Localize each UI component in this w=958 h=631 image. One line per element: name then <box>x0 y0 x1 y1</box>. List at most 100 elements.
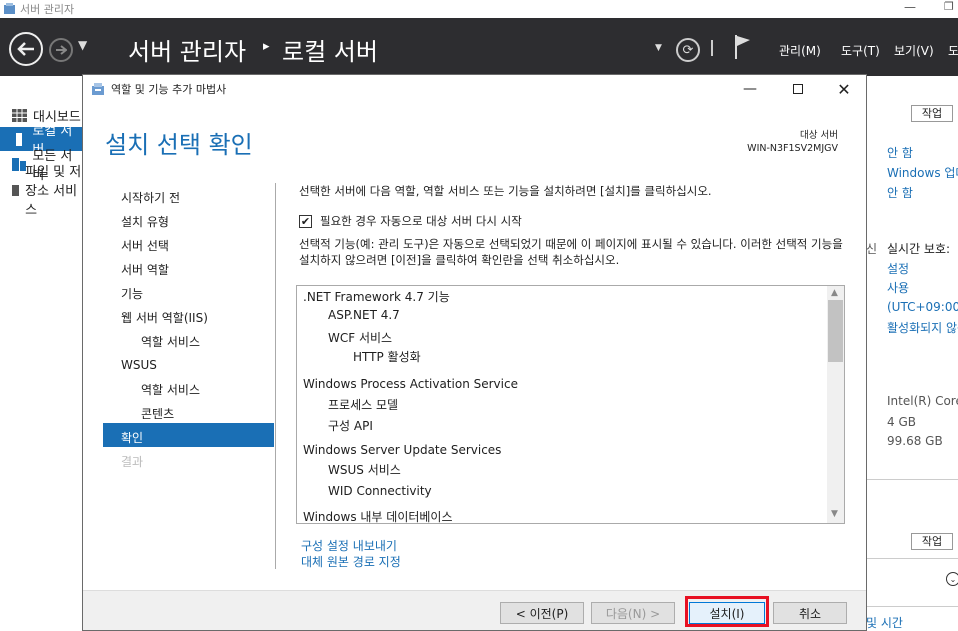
server-icon <box>16 132 22 146</box>
list-item: 프로세스 모델 <box>328 398 399 412</box>
step-wsus-role-services[interactable]: 역할 서비스 <box>141 381 200 398</box>
app-header: ▼ 서버 관리자 ▸ 로컬 서버 ▼ ⟳ 관리(M) 도구(T) 보기(V) 도 <box>0 18 958 76</box>
property-value[interactable]: 안 함 <box>887 184 913 201</box>
divider <box>866 606 958 607</box>
tasks-button[interactable]: 작업 <box>911 105 953 122</box>
add-roles-wizard-dialog: 역할 및 기능 추가 마법사 — ✕ 설치 선택 확인 대상 서버 WIN-N3… <box>82 74 867 631</box>
step-features[interactable]: 기능 <box>121 285 143 302</box>
step-wsus[interactable]: WSUS <box>121 358 157 372</box>
cancel-button[interactable]: 취소 <box>773 602 847 624</box>
refresh-icon[interactable]: ⟳ <box>676 38 700 62</box>
list-item: WSUS 서비스 <box>328 463 401 477</box>
list-item: ASP.NET 4.7 <box>328 308 400 322</box>
list-item: Windows Process Activation Service <box>303 377 518 391</box>
header-divider <box>711 40 713 56</box>
property-value: 4 GB <box>887 415 916 429</box>
step-confirmation[interactable]: 확인 <box>121 429 143 446</box>
list-item: 구성 API <box>328 419 373 433</box>
window-title: 서버 관리자 <box>20 3 75 16</box>
dialog-footer: < 이전(P) 다음(N) > 설치(I) 취소 <box>83 590 866 630</box>
divider <box>866 479 958 480</box>
target-server-value: WIN-N3F1SV2MJGV <box>747 143 838 154</box>
target-server: 대상 서버 WIN-N3F1SV2MJGV <box>747 129 838 155</box>
maximize-icon[interactable] <box>787 79 809 99</box>
menu-view[interactable]: 보기(V) <box>894 42 934 59</box>
restore-icon[interactable]: ❐ <box>944 0 954 13</box>
target-server-label: 대상 서버 <box>800 130 838 141</box>
server-manager-icon <box>4 3 15 14</box>
scroll-up-icon[interactable]: ▲ <box>831 288 838 298</box>
dropdown-icon[interactable]: ▼ <box>655 43 662 53</box>
links-area: 구성 설정 내보내기 대체 원본 경로 지정 <box>301 538 401 570</box>
features-list[interactable]: .NET Framework 4.7 기능 ASP.NET 4.7 WCF 서비… <box>296 285 845 524</box>
property-value: 99.68 GB <box>887 434 943 448</box>
restart-checkbox-label[interactable]: 필요한 경우 자동으로 대상 서버 다시 시작 <box>320 213 522 229</box>
install-button[interactable]: 설치(I) <box>689 602 765 624</box>
property-label: 실시간 보호: <box>887 242 951 256</box>
restart-checkbox[interactable]: ✔ <box>299 214 312 228</box>
wizard-icon <box>92 83 104 95</box>
step-content[interactable]: 콘텐츠 <box>141 405 174 422</box>
minimize-icon[interactable]: — <box>739 79 761 99</box>
alternate-source-link[interactable]: 대체 원본 경로 지정 <box>301 554 401 570</box>
sidebar: 대시보드 로컬 서버 모든 서버 파일 및 저장소 서비스 <box>0 100 82 631</box>
back-button[interactable] <box>9 32 43 66</box>
menu-manage[interactable]: 관리(M) <box>779 42 821 59</box>
property-value[interactable]: 안 함 <box>887 144 913 161</box>
property-value[interactable]: 및 시간 <box>866 614 903 631</box>
step-role-services[interactable]: 역할 서비스 <box>141 333 200 350</box>
list-item: .NET Framework 4.7 기능 <box>303 290 450 304</box>
scroll-down-icon[interactable]: ▼ <box>831 509 838 519</box>
property-value[interactable]: Windows 업데이트 <box>887 164 958 181</box>
step-server-selection[interactable]: 서버 선택 <box>121 237 169 254</box>
property-label: 신 <box>866 242 878 256</box>
dialog-title: 역할 및 기능 추가 마법사 <box>111 83 227 96</box>
list-item: WCF 서비스 <box>328 331 393 345</box>
property-value[interactable]: (UTC+09:00) <box>887 300 958 314</box>
step-server-roles[interactable]: 서버 역할 <box>121 261 169 278</box>
optional-features-note: 선택적 기능(예: 관리 도구)은 자동으로 선택되었기 때문에 이 페이지에 … <box>299 237 843 267</box>
history-dropdown-icon[interactable]: ▼ <box>78 38 87 52</box>
flag-icon[interactable] <box>734 34 752 60</box>
list-item: Windows 내부 데이터베이스 <box>303 510 453 524</box>
list-scrollbar[interactable]: ▲ ▼ <box>827 286 844 523</box>
sidebar-item-file-storage[interactable]: 파일 및 저장소 서비스 <box>0 165 82 218</box>
menu-help[interactable]: 도 <box>948 42 958 59</box>
step-results: 결과 <box>121 455 144 469</box>
step-divider <box>275 183 276 569</box>
minimize-icon[interactable]: — <box>904 0 916 14</box>
previous-button[interactable]: < 이전(P) <box>500 602 584 624</box>
dialog-titlebar: 역할 및 기능 추가 마법사 — ✕ <box>83 75 866 103</box>
arrow-right-icon <box>56 45 67 55</box>
step-web-server-role[interactable]: 웹 서버 역할(IIS) <box>121 309 208 326</box>
wizard-heading: 설치 선택 확인 <box>105 131 253 159</box>
property-value[interactable]: 활성화되지 않음 <box>887 319 958 336</box>
list-item: WID Connectivity <box>328 484 432 498</box>
step-before-you-begin[interactable]: 시작하기 전 <box>121 189 180 206</box>
menu-tools[interactable]: 도구(T) <box>841 42 880 59</box>
sidebar-item-label: 파일 및 저장소 서비스 <box>25 164 82 218</box>
breadcrumb: 로컬 서버 <box>282 38 378 66</box>
scrollbar-thumb[interactable] <box>828 300 843 362</box>
list-item: HTTP 활성화 <box>353 350 421 364</box>
chevron-down-icon[interactable]: ⌄ <box>946 572 958 586</box>
next-button: 다음(N) > <box>591 602 675 624</box>
tasks-button[interactable]: 작업 <box>911 533 953 550</box>
arrow-left-icon <box>17 42 34 56</box>
window-titlebar: 서버 관리자 — ❐ <box>0 0 958 18</box>
check-icon: ✔ <box>300 214 311 228</box>
divider <box>866 558 958 559</box>
close-icon[interactable]: ✕ <box>833 79 855 99</box>
confirmation-content: 선택한 서버에 다음 역할, 역할 서비스 또는 기능을 설치하려면 [설치]를… <box>299 183 849 267</box>
storage-icon <box>12 184 20 196</box>
forward-button[interactable] <box>49 38 73 62</box>
dashboard-icon <box>12 108 27 122</box>
property-value[interactable]: 설정 <box>887 260 909 277</box>
restart-checkbox-row[interactable]: ✔ 필요한 경우 자동으로 대상 서버 다시 시작 <box>299 213 522 229</box>
step-installation-type[interactable]: 설치 유형 <box>121 213 169 230</box>
property-value[interactable]: 사용 <box>887 279 909 296</box>
page-title: 서버 관리자 <box>128 38 247 66</box>
properties-panel: 작업 안 함 Windows 업데이트 안 함 신 실시간 보호: 설정 사용 … <box>866 76 958 631</box>
intro-text: 선택한 서버에 다음 역할, 역할 서비스 또는 기능을 설치하려면 [설치]를… <box>299 184 712 198</box>
export-config-link[interactable]: 구성 설정 내보내기 <box>301 538 401 554</box>
